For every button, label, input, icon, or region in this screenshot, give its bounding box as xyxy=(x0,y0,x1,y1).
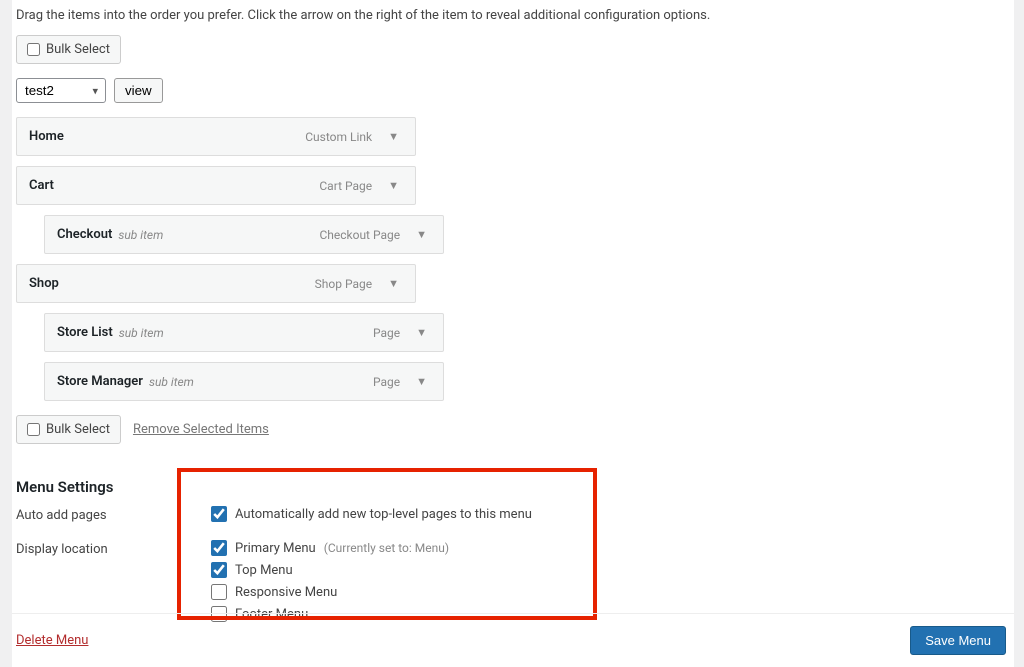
auto-add-option[interactable]: Automatically add new top-level pages to… xyxy=(211,506,1010,522)
delete-menu-link[interactable]: Delete Menu xyxy=(16,633,88,648)
view-button[interactable]: view xyxy=(114,78,163,103)
menu-item-title: Home xyxy=(29,129,64,144)
menu-item-type: Shop Page xyxy=(315,277,372,291)
save-menu-button[interactable]: Save Menu xyxy=(910,626,1006,655)
menu-item-title: Store Manager xyxy=(57,374,143,389)
bulk-select-label: Bulk Select xyxy=(46,422,110,437)
bulk-select-bottom-checkbox[interactable] xyxy=(27,423,40,436)
menu-item-title: Checkout xyxy=(57,227,112,242)
location-checkbox[interactable] xyxy=(211,584,227,600)
menu-item[interactable]: Checkout sub item Checkout Page ▼ xyxy=(44,215,444,254)
sub-item-tag: sub item xyxy=(119,326,164,340)
location-checkbox[interactable] xyxy=(211,562,227,578)
menu-name-select[interactable]: test2 xyxy=(16,78,106,103)
footer-row: Delete Menu Save Menu xyxy=(12,613,1014,667)
menu-item[interactable]: Shop Shop Page ▼ xyxy=(16,264,416,303)
auto-add-text: Automatically add new top-level pages to… xyxy=(235,507,532,522)
menu-item-title: Shop xyxy=(29,276,59,291)
bulk-select-bottom-row: Bulk Select Remove Selected Items xyxy=(12,411,1014,448)
chevron-down-icon[interactable]: ▼ xyxy=(412,324,431,341)
menu-item-type: Checkout Page xyxy=(319,228,400,242)
location-label: Responsive Menu xyxy=(235,585,337,600)
auto-add-label: Auto add pages xyxy=(16,506,171,528)
menu-item[interactable]: Home Custom Link ▼ xyxy=(16,117,416,156)
menu-structure-panel: Drag the items into the order you prefer… xyxy=(12,0,1014,667)
menu-item-type: Page xyxy=(373,326,400,340)
location-checkbox[interactable] xyxy=(211,540,227,556)
chevron-down-icon[interactable]: ▼ xyxy=(384,128,403,145)
location-note: (Currently set to: Menu) xyxy=(324,541,449,555)
instructions-text: Drag the items into the order you prefer… xyxy=(12,0,1014,31)
chevron-down-icon[interactable]: ▼ xyxy=(412,226,431,243)
location-option-responsive[interactable]: Responsive Menu xyxy=(211,584,1010,600)
chevron-down-icon[interactable]: ▼ xyxy=(384,177,403,194)
menu-item-type: Page xyxy=(373,375,400,389)
menu-item[interactable]: Store List sub item Page ▼ xyxy=(44,313,444,352)
bulk-select-top-button[interactable]: Bulk Select xyxy=(16,35,121,64)
bulk-select-bottom-button[interactable]: Bulk Select xyxy=(16,415,121,444)
menu-item-title: Cart xyxy=(29,178,54,193)
location-label: Top Menu xyxy=(235,563,293,578)
auto-add-checkbox[interactable] xyxy=(211,506,227,522)
remove-selected-link[interactable]: Remove Selected Items xyxy=(133,422,269,437)
menu-item[interactable]: Store Manager sub item Page ▼ xyxy=(44,362,444,401)
sub-item-tag: sub item xyxy=(149,375,194,389)
menu-item-title: Store List xyxy=(57,325,113,340)
sub-item-tag: sub item xyxy=(118,228,163,242)
menu-items-list: Home Custom Link ▼ Cart Cart Page ▼ Chec… xyxy=(12,117,1014,401)
menu-item-type: Cart Page xyxy=(319,179,372,193)
chevron-down-icon[interactable]: ▼ xyxy=(384,275,403,292)
bulk-select-top-row: Bulk Select xyxy=(12,31,1014,68)
menu-item-type: Custom Link xyxy=(305,130,372,144)
menu-settings-heading: Menu Settings xyxy=(16,478,1010,496)
bulk-select-label: Bulk Select xyxy=(46,42,110,57)
location-option-primary[interactable]: Primary Menu (Currently set to: Menu) xyxy=(211,540,1010,556)
auto-add-row: Auto add pages Automatically add new top… xyxy=(16,506,1010,528)
location-option-top[interactable]: Top Menu xyxy=(211,562,1010,578)
menu-select-row: test2 view xyxy=(12,76,1014,105)
menu-settings-section: Menu Settings Auto add pages Automatical… xyxy=(12,456,1014,628)
menu-item[interactable]: Cart Cart Page ▼ xyxy=(16,166,416,205)
location-label: Primary Menu xyxy=(235,541,316,556)
bulk-select-top-checkbox[interactable] xyxy=(27,43,40,56)
chevron-down-icon[interactable]: ▼ xyxy=(412,373,431,390)
